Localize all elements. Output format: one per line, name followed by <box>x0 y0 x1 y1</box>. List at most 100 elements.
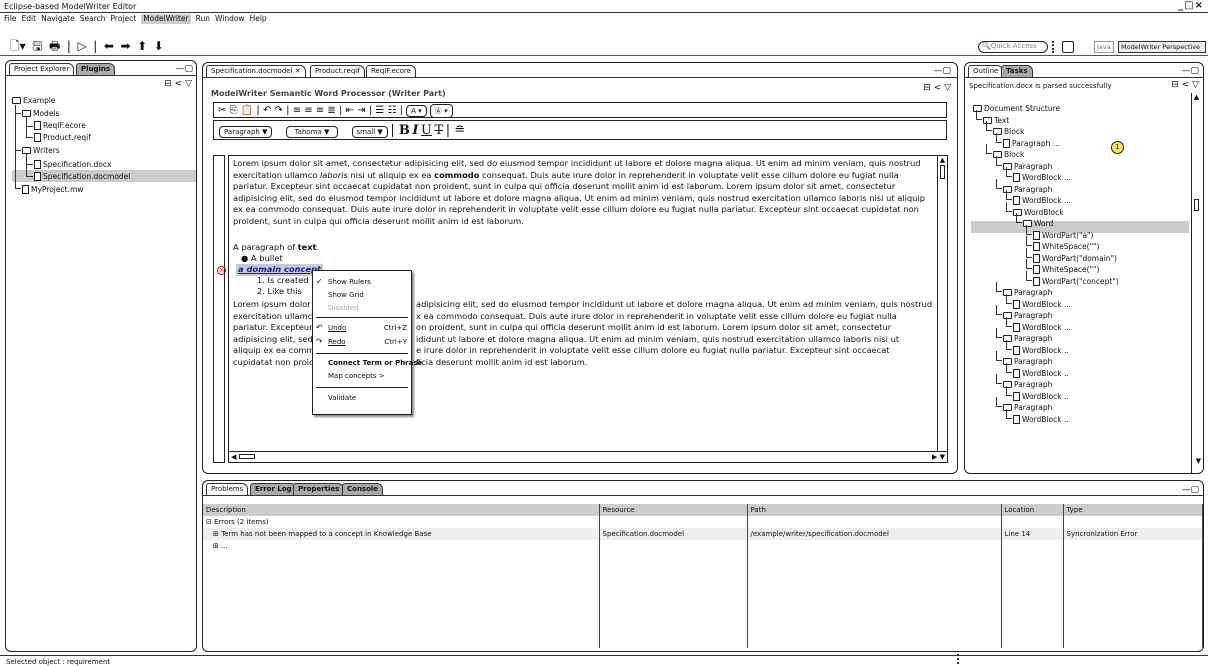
text-color-dropdown[interactable]: A ▾ <box>406 105 427 117</box>
outline-scrollbar[interactable]: ▲ <box>1191 93 1201 473</box>
annotation-badge[interactable]: 1 <box>1111 141 1124 154</box>
menu-map-concepts[interactable]: Map concepts > <box>328 372 385 380</box>
save-icon[interactable]: 🖫 <box>32 37 42 58</box>
new-file-icon[interactable]: 🗋▾ <box>10 37 26 58</box>
menu-modelwriter[interactable]: ModelWriter <box>141 14 191 24</box>
justify-icon[interactable]: ≣ <box>327 105 335 116</box>
vertical-scrollbar[interactable]: ▲ <box>937 156 947 452</box>
menu-search[interactable]: Search <box>80 14 106 24</box>
down-icon[interactable]: ⬇ <box>154 39 164 53</box>
up-icon[interactable]: ⬆ <box>137 39 147 53</box>
bullet-list-icon[interactable]: ☰ <box>375 105 384 116</box>
scroll-thumb[interactable] <box>1194 199 1199 211</box>
tree-item-product-reqif[interactable]: Product.reqif <box>34 133 91 142</box>
close-icon[interactable]: ✕ <box>295 67 301 75</box>
menu-project[interactable]: Project <box>111 14 137 24</box>
align-right-icon[interactable]: ≡ <box>316 105 324 116</box>
col-location[interactable]: Location <box>1001 504 1064 516</box>
size-dropdown[interactable]: small ▼ <box>351 126 388 138</box>
outline-node[interactable]: WhiteSpace("") <box>1033 242 1099 251</box>
tree-item-reqif-ecore[interactable]: ReqIF.ecore <box>34 121 86 130</box>
outline-node[interactable]: WordBlock .. <box>1013 391 1069 401</box>
cut-icon[interactable]: ✂ <box>218 105 226 116</box>
indent-icon[interactable]: ⇥ <box>357 105 365 116</box>
outline-node[interactable]: WordPart("concept") <box>1033 276 1119 286</box>
menu-file[interactable]: File <box>4 14 17 24</box>
redo-icon[interactable]: ↷ <box>275 105 283 116</box>
quick-access-input[interactable]: 🔍Quick Access <box>978 41 1048 53</box>
outline-node[interactable]: WordBlock ... <box>1013 322 1071 332</box>
strikethrough-icon[interactable]: T <box>435 123 444 138</box>
menu-validate[interactable]: Validate <box>328 394 356 402</box>
scroll-left-icon[interactable]: ◀ <box>231 453 236 461</box>
outline-node[interactable]: Document Structure <box>973 104 1060 113</box>
italic-icon[interactable]: I <box>412 123 418 138</box>
bold-icon[interactable]: B <box>399 123 410 138</box>
view-menu-icon[interactable]: ⊟ < ▽ <box>1171 80 1199 90</box>
undo-icon[interactable]: ↶ <box>263 105 271 116</box>
view-menu-icon[interactable]: ⊟ < ▽ <box>923 83 951 93</box>
menu-window[interactable]: Window <box>215 14 245 24</box>
col-description[interactable]: Description <box>203 504 600 516</box>
h-scroll-thumb[interactable] <box>239 454 255 459</box>
outline-node[interactable]: WordPart("a") <box>1033 230 1093 240</box>
menu-run[interactable]: Run <box>196 14 210 24</box>
scroll-thumb[interactable] <box>940 165 945 179</box>
outline-node[interactable]: WordPart("domain") <box>1033 253 1117 263</box>
back-icon[interactable]: ⬅ <box>104 39 114 53</box>
view-menu-icon[interactable]: ⊟ < ▽ <box>164 79 192 89</box>
tree-item-specification-docmodel[interactable]: Specification.docmodel <box>34 172 130 181</box>
horizontal-scrollbar[interactable]: ◀ ▶ ▼ <box>229 451 947 462</box>
scroll-up-icon[interactable]: ▲ <box>938 156 947 164</box>
paste-icon[interactable]: 📋 <box>241 105 253 116</box>
outline-node[interactable]: WordBlock ... <box>1013 299 1071 309</box>
menu-redo[interactable]: Redo <box>328 338 346 346</box>
outdent-icon[interactable]: ⇤ <box>346 105 354 116</box>
paragraph-spacing-icon[interactable]: ≘ <box>454 123 465 138</box>
col-type[interactable]: Type <box>1063 504 1203 516</box>
font-dropdown[interactable]: Tahoma ▼ <box>285 126 339 138</box>
underline-icon[interactable]: U <box>421 123 432 138</box>
tree-item-example[interactable]: Example <box>12 96 56 105</box>
highlight-dropdown[interactable]: Ⓐ ▾ <box>429 104 453 118</box>
menu-show-grid[interactable]: Show Grid <box>328 291 364 299</box>
minimize-maximize-icon[interactable]: —▢ <box>933 66 951 76</box>
menu-help[interactable]: Help <box>250 14 267 24</box>
table-row[interactable]: ⊞ ... <box>203 540 1203 552</box>
outline-node[interactable]: WordBlock .. <box>1013 368 1069 378</box>
align-left-icon[interactable]: ≡ <box>293 105 301 116</box>
style-dropdown[interactable]: Paragraph ▼ <box>219 126 273 138</box>
tree-item-specification-docx[interactable]: Specification.docx <box>34 160 111 169</box>
domain-concept-term[interactable]: a domain concept <box>236 264 323 276</box>
outline-node[interactable]: WordBlock ... <box>1013 196 1071 205</box>
run-icon[interactable]: ▷ <box>77 39 86 53</box>
outline-node[interactable]: Paragraph ... <box>1003 138 1060 148</box>
col-resource[interactable]: Resource <box>599 504 748 516</box>
print-icon[interactable]: 🖶 <box>49 37 60 58</box>
col-path[interactable]: Path <box>747 504 1002 516</box>
menu-edit[interactable]: Edit <box>22 14 37 24</box>
outline-node[interactable]: WordBlock .. <box>1013 414 1069 424</box>
error-marker-icon[interactable]: × <box>217 266 226 275</box>
scroll-up-icon[interactable]: ▲ <box>1192 93 1201 101</box>
table-row[interactable]: ⊞ Term has not been mapped to a concept … <box>203 528 1203 540</box>
align-center-icon[interactable]: ≡ <box>304 105 312 116</box>
outline-node[interactable]: WordBlock .. <box>1013 345 1069 355</box>
menu-connect-term[interactable]: Connect Term or Phrase <box>328 359 422 367</box>
window-controls[interactable]: _□× <box>1178 0 1204 11</box>
scroll-down-icon[interactable]: ▼ <box>1196 457 1201 465</box>
outline-node[interactable]: WordBlock ... <box>1013 173 1071 182</box>
minimize-maximize-icon[interactable]: —▢ <box>1181 66 1199 76</box>
scroll-right-icon[interactable]: ▶ ▼ <box>932 453 945 461</box>
table-row[interactable]: ⊟ Errors (2 items) <box>203 516 1203 528</box>
menu-navigate[interactable]: Navigate <box>41 14 75 24</box>
minimize-maximize-icon[interactable]: —▢ <box>175 64 193 74</box>
forward-icon[interactable]: ➡ <box>120 39 130 53</box>
outline-node[interactable]: WhiteSpace("") <box>1033 265 1099 274</box>
tree-item-myproject-mw[interactable]: MyProject.mw <box>22 185 83 194</box>
modelwriter-perspective-button[interactable]: ModelWriter Perspective <box>1118 41 1206 53</box>
numbered-list-icon[interactable]: ☷ <box>387 105 396 116</box>
open-perspective-icon[interactable] <box>1062 41 1074 53</box>
menu-show-rulers[interactable]: Show Rulers <box>328 278 371 286</box>
menu-undo[interactable]: Undo <box>328 324 346 332</box>
